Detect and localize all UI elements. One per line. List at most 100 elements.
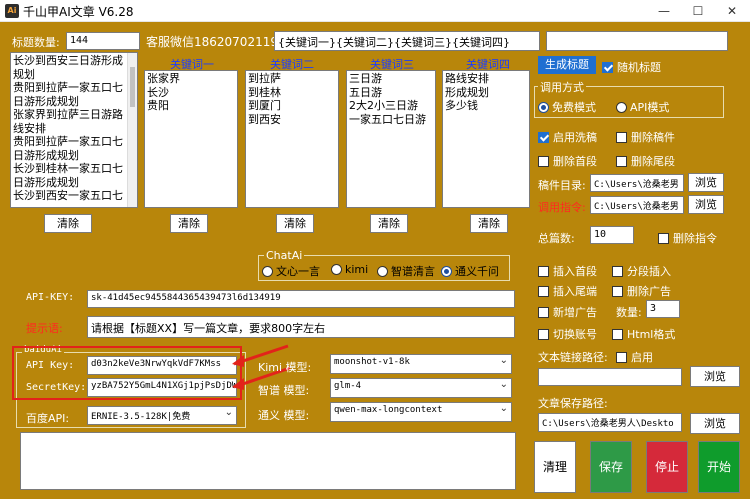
checkbox-icon (538, 329, 549, 340)
insert-first-checkbox[interactable]: 插入首段 (538, 263, 597, 279)
html-format-checkbox[interactable]: Html格式 (612, 326, 675, 342)
enable-wash-checkbox[interactable]: 启用洗稿 (538, 129, 597, 145)
draft-dir-label: 稿件目录: (538, 179, 586, 192)
kimi-model-select[interactable]: moonshot-v1-8k ⌄ (330, 354, 512, 374)
link-path-label: 文本链接路径: (538, 351, 608, 364)
checkbox-checked-icon (538, 132, 549, 143)
total-input[interactable]: 10 (590, 226, 634, 244)
app-icon: Ai (5, 4, 19, 18)
api-key-input[interactable]: sk-41d45ec9455844365439473l6d134919 (87, 290, 515, 308)
radio-icon (331, 264, 342, 275)
baidu-api-label: 百度API: (26, 412, 70, 425)
link-path-input[interactable] (538, 368, 682, 386)
title-bar: Ai 千山甲AI文章 V6.28 — ☐ ✕ (0, 0, 750, 22)
chatai-option-kimi[interactable]: kimi (331, 263, 368, 276)
list-item: 形成规划 (445, 85, 489, 99)
secret-key-input[interactable]: yzBA752Y5GmL4N1XGj1pjPsDjDW: (87, 378, 237, 397)
call-cmd-browse-button[interactable]: 浏览 (688, 195, 724, 214)
radio-selected-icon (441, 266, 452, 277)
draft-dir-browse-button[interactable]: 浏览 (688, 173, 724, 192)
baidu-api-key-label: API Key: (26, 360, 75, 371)
save-path-browse-button[interactable]: 浏览 (690, 413, 740, 434)
draft-dir-input[interactable]: C:\Users\沧桑老男 (590, 174, 684, 192)
tongyi-model-select[interactable]: qwen-max-longcontext ⌄ (330, 402, 512, 422)
delete-ads-checkbox[interactable]: 删除广告 (612, 283, 671, 299)
secret-key-label: SecretKey: (26, 382, 87, 393)
save-button[interactable]: 保存 (590, 441, 632, 493)
list-item[interactable]: 张家界到拉萨三日游路 (13, 108, 127, 122)
scroll-thumb[interactable] (130, 67, 135, 107)
delete-draft-checkbox[interactable]: 删除稿件 (616, 129, 675, 145)
delete-cmd-checkbox[interactable]: 删除指令 (658, 230, 717, 246)
checkbox-icon (616, 352, 627, 363)
stop-button[interactable]: 停止 (646, 441, 688, 493)
titles-list[interactable]: 长沙到西安三日游形成 规划 贵阳到拉萨一家五口七 日游形成规划 张家界到拉萨三日游路 线安… (10, 52, 138, 208)
kw-list-1[interactable]: 张家界 长沙 贵阳 (144, 70, 238, 208)
link-enable-checkbox[interactable]: 启用 (616, 349, 653, 365)
kw-list-3[interactable]: 三日游 五日游 2大2小三日游 一家五口七日游 (346, 70, 436, 208)
delete-first-checkbox[interactable]: 删除首段 (538, 153, 597, 169)
checkbox-icon (616, 132, 627, 143)
segment-insert-checkbox[interactable]: 分段插入 (612, 263, 671, 279)
checkbox-icon (612, 286, 623, 297)
clean-button[interactable]: 清理 (534, 441, 576, 493)
api-key-label: API-KEY: (26, 292, 75, 303)
zhipu-model-select[interactable]: glm-4 ⌄ (330, 378, 512, 398)
clear-kw4-button[interactable]: 清除 (470, 214, 508, 233)
insert-tail-checkbox[interactable]: 插入尾端 (538, 283, 597, 299)
title-count-label: 标题数量: (12, 36, 60, 49)
list-item[interactable]: 贵阳到拉萨一家五口七 (13, 81, 127, 95)
select-value: moonshot-v1-8k (334, 357, 410, 367)
clear-kw3-button[interactable]: 清除 (370, 214, 408, 233)
call-mode-api[interactable]: API模式 (616, 99, 669, 115)
kimi-model-label: Kimi 模型: (258, 361, 312, 374)
log-textarea[interactable] (20, 432, 516, 490)
select-value: glm-4 (334, 381, 362, 391)
close-icon[interactable]: ✕ (715, 0, 749, 22)
baidu-api-select[interactable]: ERNIE-3.5-128K|免费 ⌄ (87, 406, 237, 425)
kw-list-4[interactable]: 路线安排 形成规划 多少钱 (442, 70, 530, 208)
clear-kw2-button[interactable]: 清除 (276, 214, 314, 233)
chatai-option-zhipu[interactable]: 智谱清言 (377, 263, 435, 279)
random-title-checkbox[interactable]: 随机标题 (602, 59, 661, 75)
list-item[interactable]: 长沙到西安三日游形成 (13, 54, 127, 68)
save-path-input[interactable]: C:\Users\沧桑老男人\Deskto (538, 413, 682, 432)
checkbox-icon (538, 266, 549, 277)
list-item[interactable]: 线安排 (13, 122, 127, 136)
list-item[interactable]: 贵阳到拉萨一家五口七 (13, 135, 127, 149)
count-input[interactable]: 3 (646, 300, 680, 318)
baidu-api-key-input[interactable]: d03n2keVe3NrwYqkVdF7KMss (87, 356, 237, 375)
add-ads-checkbox[interactable]: 新增广告 (538, 304, 597, 320)
list-item[interactable]: 日游形成规划 (13, 95, 127, 109)
kw-list-2[interactable]: 到拉萨 到桂林 到厦门 到西安 (245, 70, 339, 208)
prompt-input[interactable]: 请根据【标题XX】写一篇文章，要求800字左右 (87, 316, 515, 338)
list-item[interactable]: 规划 (13, 68, 127, 82)
list-item[interactable]: 长沙到西安一家五口七 (13, 189, 127, 203)
checkbox-icon (538, 156, 549, 167)
call-mode-free[interactable]: 免费模式 (538, 99, 596, 115)
start-button[interactable]: 开始 (698, 441, 740, 493)
chatai-option-wenxin[interactable]: 文心一言 (262, 263, 320, 279)
list-item[interactable]: 日游形成规划 (13, 176, 127, 190)
call-cmd-input[interactable]: C:\Users\沧桑老男 (590, 196, 684, 214)
list-item[interactable]: 日游形成规划 (13, 149, 127, 163)
list-item[interactable]: 长沙到桂林一家五口七 (13, 162, 127, 176)
checkbox-icon (616, 156, 627, 167)
keyword-template-input[interactable]: {关键词一}{关键词二}{关键词三}{关键词四} (274, 31, 540, 51)
clear-kw1-button[interactable]: 清除 (170, 214, 208, 233)
chatai-option-tongyi[interactable]: 通义千问 (441, 263, 499, 279)
chevron-down-icon: ⌄ (224, 407, 233, 418)
extra-input[interactable] (546, 31, 728, 51)
list-item: 长沙 (147, 85, 169, 99)
minimize-icon[interactable]: — (647, 0, 681, 22)
clear-titles-button[interactable]: 清除 (44, 214, 92, 233)
wechat-label: 客服微信18620702119 (146, 35, 278, 49)
checkbox-checked-icon (602, 62, 613, 73)
delete-last-checkbox[interactable]: 删除尾段 (616, 153, 675, 169)
titles-scrollbar[interactable] (127, 53, 137, 207)
link-path-browse-button[interactable]: 浏览 (690, 366, 740, 387)
switch-account-checkbox[interactable]: 切换账号 (538, 326, 597, 342)
title-count-input[interactable]: 144 (66, 32, 140, 50)
generate-title-button[interactable]: 生成标题 (538, 56, 596, 74)
maximize-icon[interactable]: ☐ (681, 0, 715, 22)
